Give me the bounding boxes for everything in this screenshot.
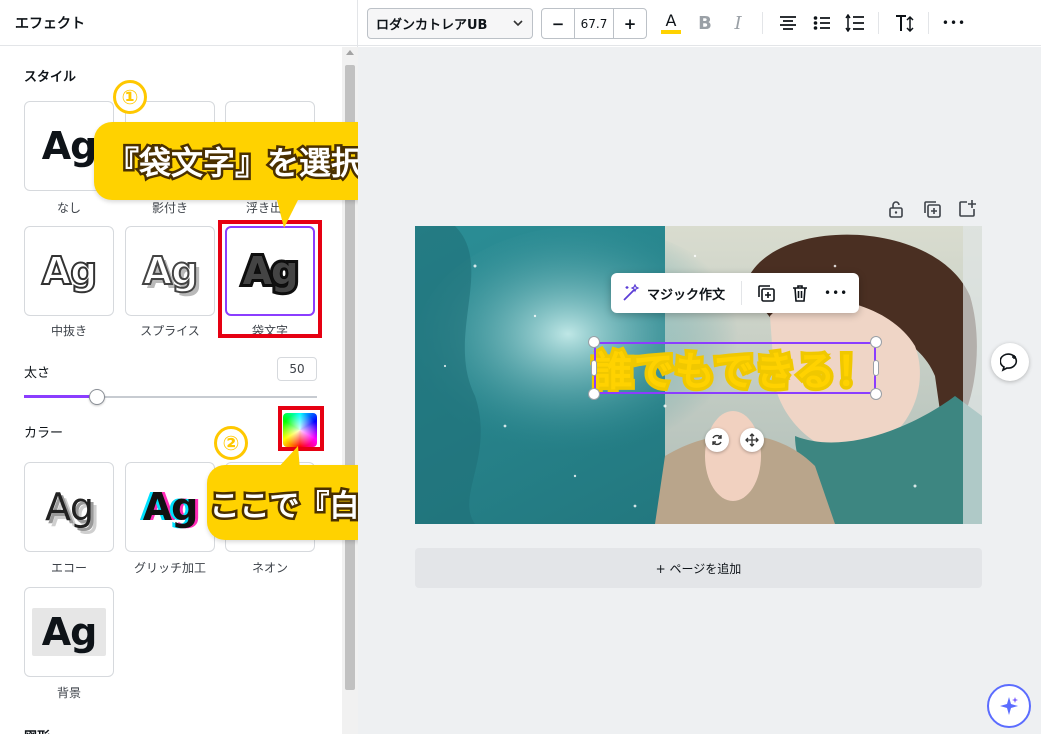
resize-handle[interactable] xyxy=(591,360,597,376)
style-tile-glitch[interactable]: Ag xyxy=(125,462,215,552)
resize-handle[interactable] xyxy=(588,388,600,400)
lock-icon[interactable] xyxy=(886,199,906,219)
style-label-none: なし xyxy=(56,201,81,215)
ai-assistant-sparkle-icon[interactable] xyxy=(987,684,1031,728)
trash-icon[interactable] xyxy=(790,273,810,313)
style-label-shadow: 影付き xyxy=(151,201,188,215)
more-options-icon[interactable]: ••• xyxy=(824,273,848,313)
text-selection-box xyxy=(594,342,876,394)
font-size-input[interactable]: 67.7 xyxy=(574,9,614,38)
style-label-glitch: グリッチ加工 xyxy=(133,561,206,575)
move-icon[interactable] xyxy=(740,428,764,452)
text-size-icon[interactable] xyxy=(892,10,918,36)
style-preview: Ag xyxy=(41,248,99,294)
color-label: カラー xyxy=(24,426,64,441)
style-label-hollow: 中抜き xyxy=(50,324,87,338)
add-page-icon[interactable] xyxy=(957,199,977,219)
style-preview: Ag xyxy=(31,608,107,656)
duplicate-icon[interactable] xyxy=(756,273,776,313)
style-tile-background[interactable]: Ag xyxy=(24,587,114,677)
font-size-control: − 67.7 + xyxy=(541,8,647,39)
resize-handle[interactable] xyxy=(870,336,882,348)
step1-callout-text: 『袋文字』を選択 xyxy=(104,142,365,185)
element-context-menu: マジック作文 ••• xyxy=(611,273,859,313)
style-preview: Ag xyxy=(41,124,98,168)
duplicate-page-icon[interactable] xyxy=(922,199,942,219)
resize-handle[interactable] xyxy=(873,360,879,376)
step2-callout-pointer xyxy=(276,446,300,470)
toolbar-divider xyxy=(762,12,763,34)
toolbar-divider xyxy=(928,12,929,34)
font-family-value: ロダンカトレアUB xyxy=(376,18,488,33)
more-options-icon[interactable]: ••• xyxy=(941,10,967,36)
thickness-input[interactable]: 50 xyxy=(277,357,317,381)
style-tile-echo[interactable]: Ag xyxy=(24,462,114,552)
scroll-up-arrow-icon[interactable] xyxy=(346,50,354,55)
style-preview: Ag xyxy=(44,485,94,529)
resize-handle[interactable] xyxy=(588,336,600,348)
text-color-icon: A xyxy=(665,10,677,30)
text-toolbar: ロダンカトレアUB − 67.7 + A B I ••• xyxy=(358,0,1041,46)
toolbar-divider xyxy=(878,12,879,34)
thickness-label: 太さ xyxy=(24,366,51,381)
step1-callout-pointer xyxy=(276,196,300,228)
comment-icon[interactable] xyxy=(991,343,1029,381)
step1-badge: ① xyxy=(113,80,147,114)
style-preview: Ag xyxy=(142,248,200,294)
thickness-slider-handle[interactable] xyxy=(89,389,105,405)
font-size-increase-button[interactable]: + xyxy=(614,9,646,38)
font-family-dropdown[interactable]: ロダンカトレアUB xyxy=(367,8,533,39)
chevron-down-icon xyxy=(513,20,523,27)
add-page-button[interactable]: + ページを追加 xyxy=(415,548,982,588)
style-label-background: 背景 xyxy=(56,686,81,700)
menu-divider xyxy=(741,281,742,305)
bold-button[interactable]: B xyxy=(692,10,718,36)
shapes-section-title: 図形 xyxy=(24,726,50,734)
style-tile-hollow[interactable]: Ag xyxy=(24,226,114,316)
panel-title: エフェクト xyxy=(0,0,357,46)
highlight-color-swatch xyxy=(278,406,324,451)
line-spacing-icon[interactable] xyxy=(842,10,868,36)
step2-badge: ② xyxy=(214,426,248,460)
rotate-icon[interactable] xyxy=(705,428,729,452)
thickness-slider-fill xyxy=(24,395,97,398)
list-icon[interactable] xyxy=(809,10,835,36)
text-color-button[interactable]: A xyxy=(658,10,684,36)
style-preview: Ag xyxy=(142,485,199,529)
resize-handle[interactable] xyxy=(870,388,882,400)
font-size-decrease-button[interactable]: − xyxy=(542,9,574,38)
style-label-echo: エコー xyxy=(50,561,87,575)
style-tile-splice[interactable]: Ag xyxy=(125,226,215,316)
magic-write-button[interactable]: マジック作文 xyxy=(611,273,741,313)
style-label-neon: ネオン xyxy=(251,561,288,575)
style-label-splice: スプライス xyxy=(140,324,200,338)
style-section-title: スタイル xyxy=(24,70,77,85)
highlight-outline-bag xyxy=(218,220,322,338)
step1-callout: 『袋文字』を選択 xyxy=(94,122,376,200)
magic-wand-icon xyxy=(623,283,640,301)
magic-write-label: マジック作文 xyxy=(647,287,726,303)
text-color-indicator xyxy=(661,29,681,34)
italic-button[interactable]: I xyxy=(725,10,751,36)
align-center-icon[interactable] xyxy=(775,10,801,36)
